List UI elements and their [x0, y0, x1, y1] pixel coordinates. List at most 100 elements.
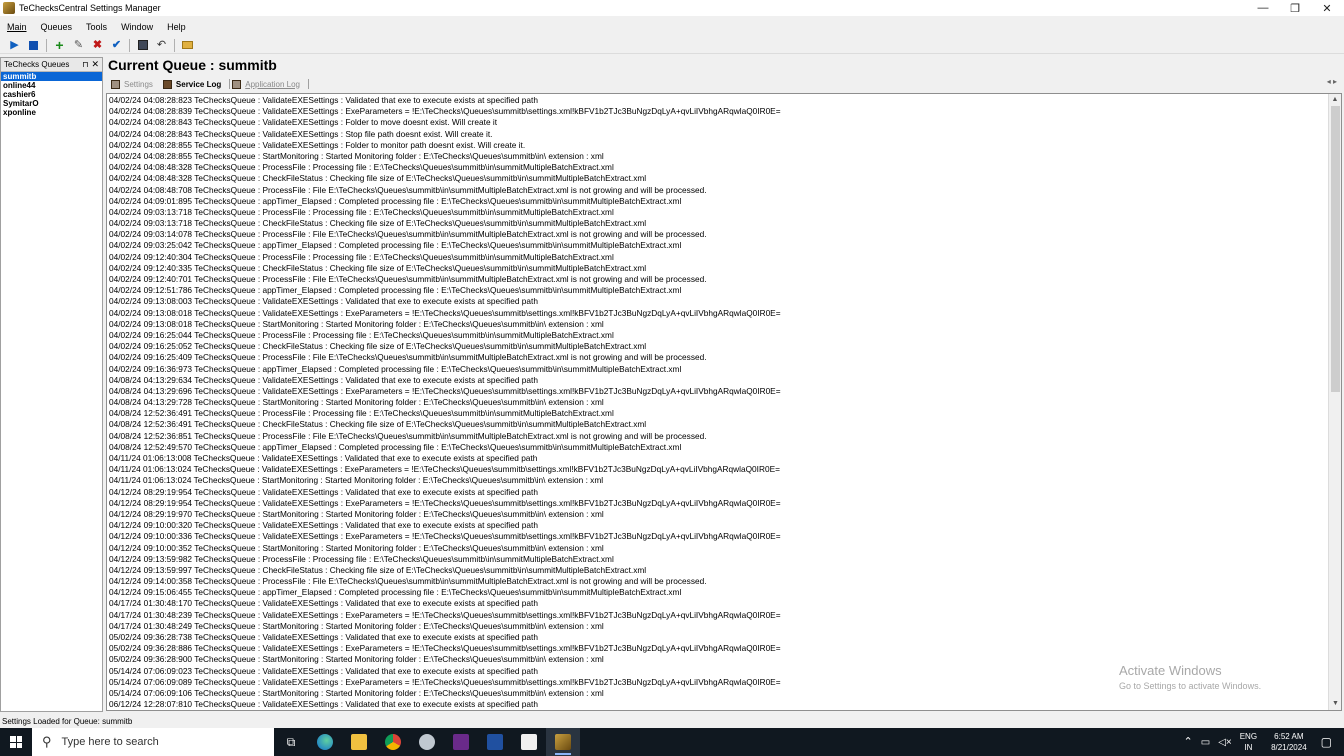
clock-time: 6:52 AM — [1274, 732, 1304, 741]
scroll-thumb[interactable] — [1331, 106, 1340, 392]
clock[interactable]: 6:52 AM 8/21/2024 — [1261, 731, 1317, 753]
activation-watermark-subtitle: Go to Settings to activate Windows. — [1119, 681, 1262, 691]
taskbar-app-edge[interactable] — [308, 728, 342, 756]
menu-help[interactable]: Help — [160, 22, 193, 32]
tab-service-log[interactable]: Service Log — [161, 77, 229, 91]
taskbar-app-tool[interactable] — [478, 728, 512, 756]
log-line: 05/02/24 09:36:28:886 TeChecksQueue : Va… — [109, 643, 781, 654]
log-line: 04/12/24 09:13:59:982 TeChecksQueue : Pr… — [109, 553, 614, 564]
undo-icon[interactable]: ↶ — [155, 39, 168, 52]
tab-label: Service Log — [175, 79, 222, 89]
scroll-down-icon[interactable]: ▼ — [1329, 698, 1341, 710]
menu-main[interactable]: Main — [0, 22, 34, 32]
app-icon — [521, 734, 537, 750]
volume-icon[interactable]: ◁× — [1214, 737, 1236, 748]
log-line: 04/08/24 04:13:29:634 TeChecksQueue : Va… — [109, 374, 538, 385]
tab-label: Settings — [124, 79, 153, 89]
log-line: 04/02/24 04:08:48:708 TeChecksQueue : Pr… — [109, 184, 707, 195]
queue-item[interactable]: SymitarO — [1, 99, 102, 108]
stop-icon[interactable] — [27, 39, 40, 52]
minimize-button[interactable]: — — [1246, 0, 1280, 16]
taskbar: ⚲ Type here to search ⧉ ⌃ ▭ ◁× ENG IN 6:… — [0, 728, 1344, 756]
edit-icon[interactable]: ✎ — [72, 39, 85, 52]
menu-queues[interactable]: Queues — [34, 22, 80, 32]
delete-icon[interactable]: ✖ — [91, 39, 104, 52]
log-line: 04/12/24 09:10:00:320 TeChecksQueue : Va… — [109, 520, 538, 531]
log-line: 04/02/24 09:12:40:304 TeChecksQueue : Pr… — [109, 251, 614, 262]
region-text: IN — [1244, 743, 1253, 752]
log-line: 04/02/24 09:03:13:718 TeChecksQueue : Ch… — [109, 218, 647, 229]
folder-open-icon[interactable] — [181, 39, 194, 52]
queue-item[interactable]: xponline — [1, 108, 102, 117]
log-line: 04/02/24 09:16:25:409 TeChecksQueue : Pr… — [109, 352, 707, 363]
log-line: 04/17/24 01:30:48:170 TeChecksQueue : Va… — [109, 598, 538, 609]
menu-window[interactable]: Window — [114, 22, 160, 32]
network-icon[interactable]: ▭ — [1197, 737, 1214, 748]
log-line: 04/12/24 08:29:19:954 TeChecksQueue : Va… — [109, 486, 538, 497]
main-area: Current Queue : summitb Settings Service… — [105, 57, 1344, 712]
toolbar-separator — [174, 38, 175, 52]
log-line: 04/12/24 09:10:00:352 TeChecksQueue : St… — [109, 542, 604, 553]
taskbar-app-game[interactable] — [444, 728, 478, 756]
save-icon[interactable] — [136, 39, 149, 52]
check-icon[interactable]: ✔ — [110, 39, 123, 52]
log-line: 04/02/24 04:08:28:855 TeChecksQueue : St… — [109, 150, 604, 161]
log-line: 04/08/24 12:52:36:491 TeChecksQueue : Ch… — [109, 419, 647, 430]
tray-overflow-icon[interactable]: ⌃ — [1180, 736, 1197, 748]
window-title: TeChecksCentral Settings Manager — [19, 3, 161, 13]
log-line: 04/02/24 04:08:28:843 TeChecksQueue : Va… — [109, 117, 498, 128]
log-line: 04/02/24 09:12:51:786 TeChecksQueue : ap… — [109, 285, 682, 296]
title-bar: TeChecksCentral Settings Manager — ❐ ✕ — [0, 0, 1344, 16]
log-line: 04/02/24 04:08:28:855 TeChecksQueue : Va… — [109, 139, 526, 150]
language-text: ENG — [1239, 732, 1258, 741]
pin-icon[interactable]: ⊓ — [82, 60, 88, 69]
taskbar-app-chrome[interactable] — [376, 728, 410, 756]
service-log-textbox[interactable]: 04/02/24 04:08:28:823 TeChecksQueue : Va… — [106, 93, 1342, 711]
status-bar: Settings Loaded for Queue: summitb — [0, 714, 1344, 728]
log-line: 04/08/24 12:52:49:570 TeChecksQueue : ap… — [109, 441, 682, 452]
status-text: Settings Loaded for Queue: summitb — [2, 716, 133, 726]
restore-button[interactable]: ❐ — [1278, 0, 1312, 16]
log-icon — [232, 79, 242, 89]
toolbar-separator — [129, 38, 130, 52]
scroll-up-icon[interactable]: ▲ — [1329, 94, 1341, 106]
queue-item[interactable]: cashier6 — [1, 90, 102, 99]
edge-icon — [317, 734, 333, 750]
task-view-icon: ⧉ — [286, 734, 296, 749]
tab-settings[interactable]: Settings — [109, 77, 161, 91]
log-line: 04/08/24 04:13:29:696 TeChecksQueue : Va… — [109, 385, 781, 396]
close-icon[interactable]: ✕ — [91, 59, 99, 70]
log-line: 05/02/24 09:36:28:738 TeChecksQueue : Va… — [109, 632, 538, 642]
queue-item[interactable]: summitb — [1, 72, 102, 81]
log-line: 04/12/24 09:13:59:997 TeChecksQueue : Ch… — [109, 564, 647, 575]
task-view-button[interactable]: ⧉ — [274, 728, 308, 756]
start-icon[interactable]: ▶ — [8, 39, 21, 52]
log-line: 04/02/24 09:03:14:078 TeChecksQueue : Pr… — [109, 229, 707, 240]
log-line: 04/12/24 08:29:19:954 TeChecksQueue : Va… — [109, 497, 781, 508]
close-window-button[interactable]: ✕ — [1310, 0, 1344, 16]
search-placeholder: Type here to search — [61, 736, 159, 748]
start-button[interactable] — [0, 728, 32, 756]
log-line: 04/11/24 01:06:13:024 TeChecksQueue : Va… — [109, 464, 780, 475]
folder-icon — [351, 734, 367, 750]
taskbar-app-explorer[interactable] — [342, 728, 376, 756]
app-icon — [453, 734, 469, 750]
techecks-icon — [555, 734, 571, 750]
queue-item[interactable]: online44 — [1, 81, 102, 90]
log-line: 04/12/24 08:29:19:970 TeChecksQueue : St… — [109, 508, 604, 519]
taskbar-app-generic[interactable] — [410, 728, 444, 756]
log-line: 04/02/24 09:16:25:052 TeChecksQueue : Ch… — [109, 341, 647, 352]
vertical-scrollbar[interactable]: ▲ ▼ — [1328, 94, 1341, 710]
tab-scroll-arrows[interactable]: ◂ ▸ — [1327, 77, 1337, 86]
language-indicator[interactable]: ENG IN — [1236, 731, 1261, 753]
add-icon[interactable]: + — [53, 38, 66, 52]
activation-watermark-title: Activate Windows — [1119, 663, 1222, 678]
tab-label: Application Log — [245, 79, 300, 89]
taskbar-app-techecks[interactable] — [546, 728, 580, 756]
taskbar-search[interactable]: ⚲ Type here to search — [32, 728, 274, 756]
tab-application-log[interactable]: Application Log — [230, 77, 308, 91]
app-icon — [3, 2, 15, 14]
taskbar-app-window[interactable] — [512, 728, 546, 756]
notifications-icon[interactable]: ▢ — [1317, 736, 1344, 748]
menu-tools[interactable]: Tools — [79, 22, 114, 32]
